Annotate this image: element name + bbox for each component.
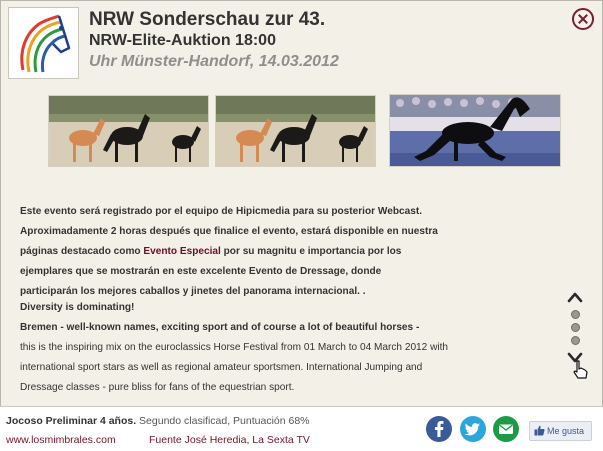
- website-link[interactable]: www.losmimbrales.com: [6, 434, 116, 446]
- organizer-logo: [8, 7, 79, 79]
- horse-head-logo: [20, 14, 71, 73]
- article-heading: Diversity is dominating!: [20, 302, 135, 313]
- event-location-date: Uhr Münster-Handorf, 14.03.2012: [89, 53, 339, 70]
- horse-name: Jocoso Preliminar 4 años.: [6, 415, 137, 427]
- event-description: Este evento será registrado por el equip…: [20, 202, 440, 302]
- popup-footer: Jocoso Preliminar 4 años. Segundo clasif…: [0, 406, 603, 451]
- facebook-like-button[interactable]: Me gusta: [529, 421, 592, 441]
- pager-dot[interactable]: [571, 310, 580, 319]
- event-popup: NRW Sonderschau zur 43. NRW-Elite-Auktio…: [0, 0, 603, 451]
- hand-cursor-icon: [572, 360, 588, 385]
- like-label: Me gusta: [547, 426, 585, 436]
- pager-dot[interactable]: [571, 323, 580, 332]
- event-article: Diversity is dominating! Bremen - well-k…: [20, 298, 460, 398]
- chevron-up-icon[interactable]: [567, 290, 583, 303]
- article-body: this is the inspiring mix on the eurocla…: [20, 342, 449, 393]
- special-event-highlight: Evento Especial: [143, 246, 221, 257]
- pager-dot[interactable]: [571, 336, 580, 345]
- source-credit: Fuente José Heredia, La Sexta TV: [149, 434, 310, 446]
- horse-photo[interactable]: [48, 95, 209, 167]
- thumbs-up-icon: [534, 425, 545, 436]
- horse-score: Segundo clasificad, Puntuación 68%: [136, 415, 310, 427]
- horse-photo[interactable]: [215, 95, 376, 167]
- facebook-icon[interactable]: [426, 416, 452, 442]
- horse-result: Jocoso Preliminar 4 años. Segundo clasif…: [6, 415, 310, 427]
- article-subheading: Bremen - well-known names, exciting spor…: [20, 322, 420, 333]
- close-icon[interactable]: [572, 8, 594, 30]
- horse-photo[interactable]: [389, 94, 561, 167]
- event-title: NRW Sonderschau zur 43.: [89, 9, 326, 30]
- email-icon[interactable]: [493, 416, 519, 442]
- twitter-icon[interactable]: [460, 416, 486, 442]
- event-subtitle: NRW-Elite-Auktion 18:00: [89, 32, 276, 49]
